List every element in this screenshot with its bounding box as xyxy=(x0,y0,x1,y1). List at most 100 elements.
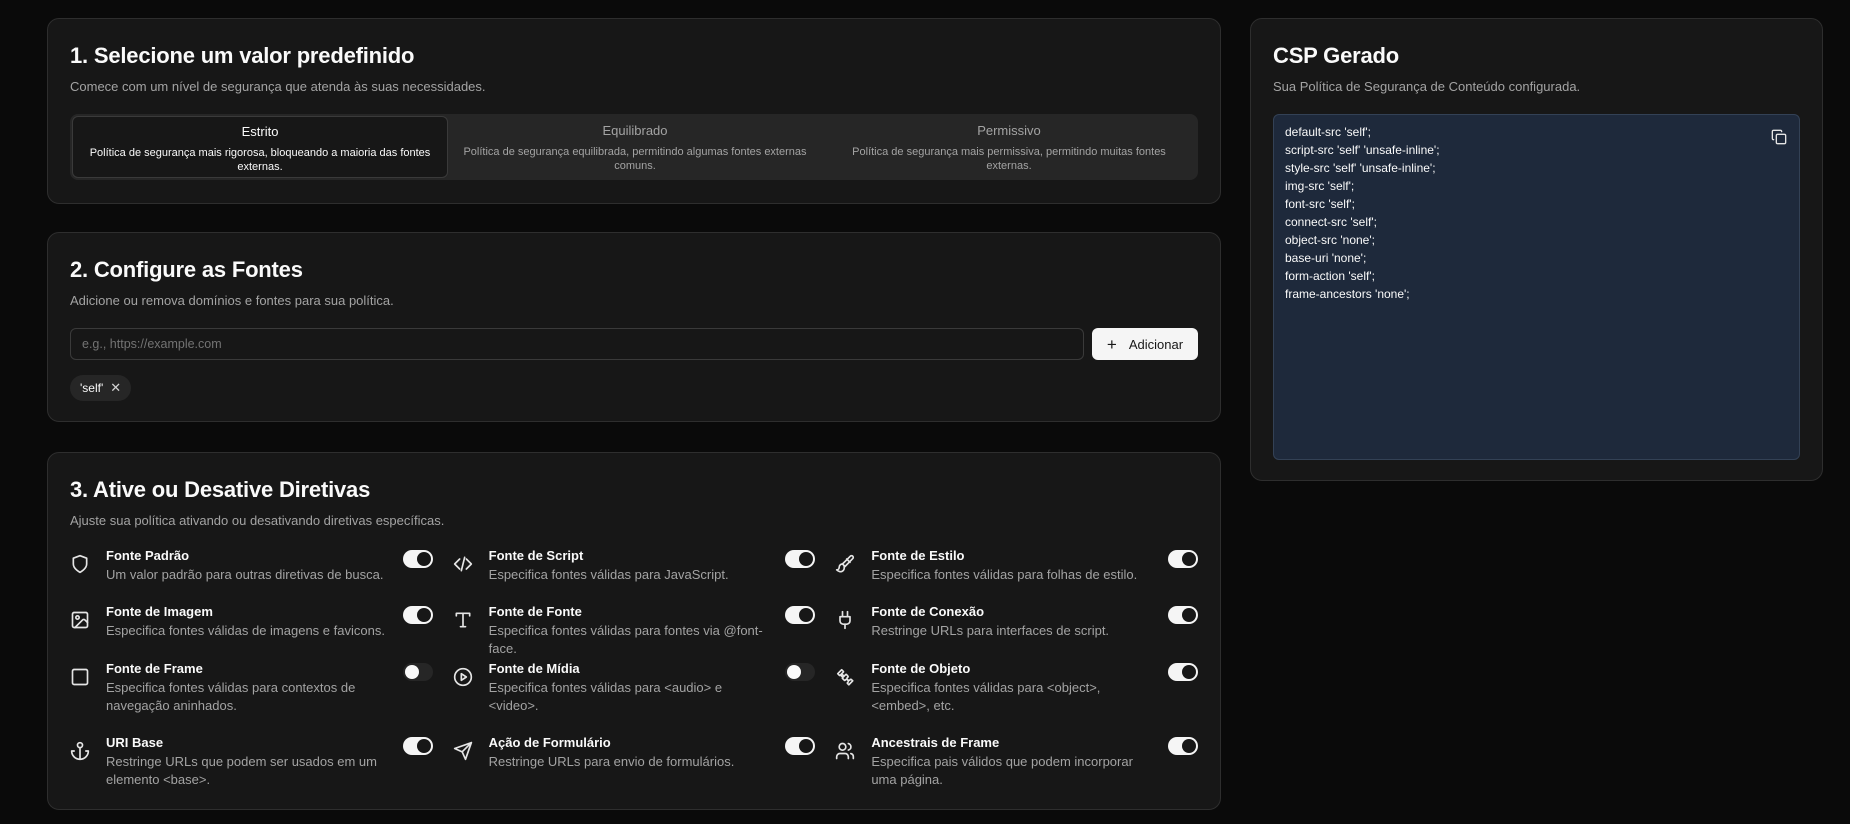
csp-line: base-uri 'none'; xyxy=(1285,251,1367,265)
copy-icon[interactable] xyxy=(1771,129,1787,145)
directive-toggle[interactable] xyxy=(1167,606,1198,624)
directive-name: Fonte de Frame xyxy=(106,661,203,676)
sources-card: 2. Configure as Fontes Adicione ou remov… xyxy=(47,232,1221,422)
directive-description: Especifica fontes válidas para <object>,… xyxy=(871,680,1101,713)
directive-description: Especifica fontes válidas para <audio> e… xyxy=(488,680,723,713)
directive-description: Especifica fontes válidas para JavaScrip… xyxy=(488,567,729,582)
tab-label: Estrito xyxy=(241,124,279,139)
directive-name: URI Base xyxy=(106,735,164,750)
code-icon xyxy=(453,554,473,574)
add-button-label: Adicionar xyxy=(1128,336,1184,352)
directive-frame-src: Fonte de Frame Especifica fontes válidas … xyxy=(70,661,433,735)
directive-style-src: Fonte de Estilo Especifica fontes válidas… xyxy=(835,548,1198,604)
directives-grid: Fonte Padrão Um valor padrão para outras … xyxy=(70,548,1198,791)
csp-output-card: CSP Gerado Sua Política de Segurança de … xyxy=(1250,18,1823,481)
source-input[interactable] xyxy=(70,328,1084,360)
paintbrush-icon xyxy=(835,554,855,574)
send-icon xyxy=(453,741,473,761)
tab-description: Política de segurança mais permissiva, p… xyxy=(852,146,1166,172)
tab-estrito[interactable]: Estrito Política de segurança mais rigor… xyxy=(72,116,448,178)
output-title: CSP Gerado xyxy=(1273,43,1399,68)
directives-description: Ajuste sua política ativando ou desativa… xyxy=(70,513,445,528)
directive-frame-ancestors: Ancestrais de Frame Especifica pais válid… xyxy=(835,735,1198,791)
tab-description: Política de segurança equilibrada, permi… xyxy=(463,146,807,172)
csp-line: script-src 'self' 'unsafe-inline'; xyxy=(1285,143,1440,157)
presets-title: 1. Selecione um valor predefinido xyxy=(70,43,415,68)
directive-form-action: Ação de Formulário Restringe URLs para en… xyxy=(453,735,816,791)
directive-toggle[interactable] xyxy=(402,663,433,681)
directive-toggle[interactable] xyxy=(402,737,433,755)
directive-name: Fonte de Conexão xyxy=(871,604,985,619)
directive-description: Especifica fontes válidas de imagens e f… xyxy=(106,623,385,638)
directive-description: Restringe URLs para envio de formulários… xyxy=(488,754,735,769)
type-icon xyxy=(453,610,473,630)
square-icon xyxy=(70,667,90,687)
directive-description: Especifica fontes válidas para folhas de… xyxy=(871,567,1138,582)
puzzle-icon xyxy=(835,667,855,687)
plus-icon: + xyxy=(1106,334,1117,354)
directive-toggle[interactable] xyxy=(1167,663,1198,681)
directive-font-src: Fonte de Fonte Especifica fontes válidas … xyxy=(453,604,816,661)
source-chip: 'self' ✕ xyxy=(70,375,132,401)
csp-line: img-src 'self'; xyxy=(1285,179,1355,193)
directive-img-src: Fonte de Imagem Especifica fontes válidas… xyxy=(70,604,433,661)
directive-description: Especifica fontes válidas para contextos… xyxy=(106,680,356,713)
directive-description: Um valor padrão para outras diretivas de… xyxy=(106,567,384,582)
add-source-button[interactable]: + Adicionar xyxy=(1092,328,1198,360)
tab-label: Equilibrado xyxy=(602,123,668,138)
directive-name: Fonte de Imagem xyxy=(106,604,213,619)
csp-line: font-src 'self'; xyxy=(1285,197,1355,211)
play-circle-icon xyxy=(453,667,473,687)
tab-label: Permissivo xyxy=(977,123,1041,138)
tab-permissivo[interactable]: Permissivo Política de segurança mais pe… xyxy=(822,116,1196,178)
directive-description: Restringe URLs para interfaces de script… xyxy=(871,623,1110,638)
tab-equilibrado[interactable]: Equilibrado Política de segurança equili… xyxy=(448,116,822,178)
directive-name: Ação de Formulário xyxy=(488,735,611,750)
csp-line: form-action 'self'; xyxy=(1285,269,1375,283)
directive-name: Ancestrais de Frame xyxy=(871,735,1000,750)
directive-name: Fonte de Estilo xyxy=(871,548,965,563)
sources-title: 2. Configure as Fontes xyxy=(70,257,303,282)
csp-code-box[interactable]: default-src 'self'; script-src 'self' 'u… xyxy=(1273,114,1800,460)
csp-line: connect-src 'self'; xyxy=(1285,215,1377,229)
users-icon xyxy=(835,741,855,761)
directive-toggle[interactable] xyxy=(785,737,816,755)
directive-toggle[interactable] xyxy=(1167,737,1198,755)
directive-media-src: Fonte de Mídia Especifica fontes válidas … xyxy=(453,661,816,735)
presets-description: Comece com um nível de segurança que ate… xyxy=(70,79,486,94)
anchor-icon xyxy=(70,741,90,761)
sources-description: Adicione ou remova domínios e fontes par… xyxy=(70,293,394,308)
directive-base-uri: URI Base Restringe URLs que podem ser usa… xyxy=(70,735,433,791)
output-description: Sua Política de Segurança de Conteúdo co… xyxy=(1273,79,1581,94)
directive-description: Especifica pais válidos que podem incorp… xyxy=(871,754,1133,787)
csp-line: object-src 'none'; xyxy=(1285,233,1375,247)
tab-description: Política de segurança mais rigorosa, blo… xyxy=(89,147,431,173)
directive-toggle[interactable] xyxy=(1167,550,1198,568)
close-icon[interactable]: ✕ xyxy=(110,380,121,396)
preset-tabs: Estrito Política de segurança mais rigor… xyxy=(70,114,1198,180)
directive-toggle[interactable] xyxy=(402,606,433,624)
directive-connect-src: Fonte de Conexão Restringe URLs para inte… xyxy=(835,604,1198,661)
directive-name: Fonte de Fonte xyxy=(488,604,582,619)
csp-line: style-src 'self' 'unsafe-inline'; xyxy=(1285,161,1436,175)
directive-default-src: Fonte Padrão Um valor padrão para outras … xyxy=(70,548,433,604)
directive-toggle[interactable] xyxy=(785,606,816,624)
directive-name: Fonte de Objeto xyxy=(871,661,971,676)
presets-card: 1. Selecione um valor predefinido Comece… xyxy=(47,18,1221,204)
shield-icon xyxy=(70,554,90,574)
csp-line: frame-ancestors 'none'; xyxy=(1285,287,1410,301)
directive-name: Fonte Padrão xyxy=(106,548,190,563)
image-icon xyxy=(70,610,90,630)
directive-toggle[interactable] xyxy=(785,550,816,568)
source-chips: 'self' ✕ xyxy=(70,375,1198,401)
csp-line: default-src 'self'; xyxy=(1285,125,1371,139)
directive-toggle[interactable] xyxy=(402,550,433,568)
directive-name: Fonte de Script xyxy=(488,548,584,563)
csp-code: default-src 'self'; script-src 'self' 'u… xyxy=(1285,123,1788,303)
chip-label: 'self' xyxy=(80,381,104,395)
directive-toggle[interactable] xyxy=(785,663,816,681)
directive-object-src: Fonte de Objeto Especifica fontes válidas… xyxy=(835,661,1198,735)
directive-name: Fonte de Mídia xyxy=(488,661,580,676)
directives-title: 3. Ative ou Desative Diretivas xyxy=(70,477,371,502)
plug-icon xyxy=(835,610,855,630)
